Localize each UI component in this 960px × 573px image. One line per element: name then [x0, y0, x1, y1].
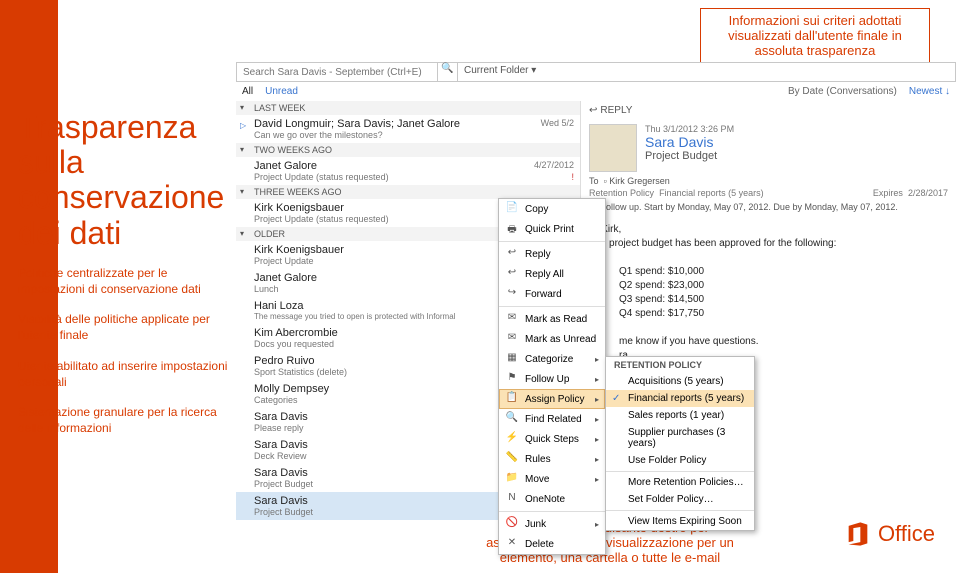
avatar: [589, 124, 637, 172]
policy-supplier[interactable]: Supplier purchases (3 years): [606, 424, 754, 452]
message-row[interactable]: ▷David Longmuir; Sara Davis; Janet Galor…: [236, 115, 580, 143]
bullet-1: Politiche centralizzate per le impostazi…: [18, 265, 228, 297]
chevron-right-icon: ▸: [595, 355, 599, 364]
policy-sales[interactable]: Sales reports (1 year): [606, 407, 754, 424]
submenu-header: RETENTION POLICY: [606, 357, 754, 373]
lightning-icon: ⚡: [505, 432, 519, 446]
menu-assign-policy[interactable]: 📋Assign Policy▸: [499, 389, 605, 409]
folder-scope[interactable]: Current Folder ▾: [457, 63, 955, 81]
bullet-3: Utente abilitato ad inserire impostazion…: [18, 358, 228, 390]
group-header[interactable]: LAST WEEK: [236, 101, 580, 115]
slide-text: Trasparenza sulla conservazione dei dati…: [18, 110, 228, 436]
print-icon: 🖶: [505, 222, 519, 236]
category-icon: ▦: [505, 352, 519, 366]
policy-financial[interactable]: Financial reports (5 years): [606, 390, 754, 407]
search-input[interactable]: [237, 63, 437, 81]
replyall-icon: ↩: [505, 267, 519, 281]
chevron-right-icon: ▸: [595, 520, 599, 529]
chevron-icon[interactable]: ▷: [240, 121, 246, 130]
search-icon: 🔍: [505, 412, 519, 426]
menu-quicksteps[interactable]: ⚡Quick Steps▸: [499, 429, 605, 449]
menu-delete[interactable]: ✕Delete: [499, 534, 605, 554]
policy-set-folder[interactable]: Set Folder Policy…: [606, 491, 754, 508]
menu-findrelated[interactable]: 🔍Find Related▸: [499, 409, 605, 429]
menu-markread[interactable]: ✉Mark as Read: [499, 309, 605, 329]
message-body: Hi Kirk, The project budget has been app…: [589, 223, 948, 363]
menu-junk[interactable]: 🚫Junk▸: [499, 514, 605, 534]
message-row[interactable]: Janet GaloreProject Update (status reque…: [236, 157, 580, 185]
menu-categorize[interactable]: ▦Categorize▸: [499, 349, 605, 369]
filter-unread[interactable]: Unread: [265, 86, 298, 97]
reply-bar: ↩REPLY: [589, 105, 948, 120]
menu-move[interactable]: 📁Move▸: [499, 469, 605, 489]
slide-title: Trasparenza sulla conservazione dei dati: [18, 110, 228, 251]
search-icon[interactable]: 🔍: [437, 63, 457, 81]
search-bar: 🔍 Current Folder ▾: [236, 62, 956, 82]
rules-icon: 📏: [505, 452, 519, 466]
sort-by[interactable]: By Date (Conversations): [788, 86, 897, 97]
mail-icon: ✉: [505, 312, 519, 326]
menu-onenote[interactable]: NOneNote: [499, 489, 605, 509]
sender-name: Sara Davis: [645, 134, 734, 150]
chevron-right-icon: ▸: [595, 395, 599, 404]
onenote-icon: N: [505, 492, 519, 506]
menu-reply[interactable]: ↩Reply: [499, 244, 605, 264]
message-subject: Project Budget: [645, 150, 734, 162]
menu-quickprint[interactable]: 🖶Quick Print: [499, 219, 605, 239]
menu-copy[interactable]: 📄Copy: [499, 199, 605, 219]
reply-button[interactable]: ↩REPLY: [589, 105, 632, 116]
policy-icon: 📋: [505, 392, 519, 406]
flag-icon: !: [571, 172, 574, 182]
chevron-right-icon: ▸: [595, 375, 599, 384]
menu-replyall[interactable]: ↩Reply All: [499, 264, 605, 284]
sort-order[interactable]: Newest ↓: [909, 86, 950, 97]
flag-icon: ⚑: [505, 372, 519, 386]
mail-icon: ✉: [505, 332, 519, 346]
menu-markunread[interactable]: ✉Mark as Unread: [499, 329, 605, 349]
reply-icon: ↩: [589, 105, 597, 116]
followup-line: ⓘ Follow up. Start by Monday, May 07, 20…: [589, 200, 948, 213]
menu-forward[interactable]: ↪Forward: [499, 284, 605, 304]
menu-rules[interactable]: 📏Rules▸: [499, 449, 605, 469]
retention-submenu: RETENTION POLICY Acquisitions (5 years) …: [605, 356, 755, 531]
reply-icon: ↩: [505, 247, 519, 261]
policy-use-folder[interactable]: Use Folder Policy: [606, 452, 754, 469]
bullet-4: Sistemazione granulare per la ricerca de…: [18, 404, 228, 436]
callout-top: Informazioni sui criteri adottati visual…: [700, 8, 930, 63]
chevron-right-icon: ▸: [595, 435, 599, 444]
bullet-2: Visibilità delle politiche applicate per…: [18, 311, 228, 343]
group-header[interactable]: TWO WEEKS AGO: [236, 143, 580, 157]
policy-more[interactable]: More Retention Policies…: [606, 474, 754, 491]
forward-icon: ↪: [505, 287, 519, 301]
junk-icon: 🚫: [505, 517, 519, 531]
chevron-right-icon: ▸: [595, 475, 599, 484]
copy-icon: 📄: [505, 202, 519, 216]
retention-line: Retention Policy Financial reports (5 ye…: [589, 188, 948, 198]
message-date: Thu 3/1/2012 3:26 PM: [645, 124, 734, 134]
group-header[interactable]: THREE WEEKS AGO: [236, 185, 580, 199]
chevron-right-icon: ▸: [595, 415, 599, 424]
menu-followup[interactable]: ⚑Follow Up▸: [499, 369, 605, 389]
policy-view-expiring[interactable]: View Items Expiring Soon: [606, 513, 754, 530]
to-line: To ▫ Kirk Gregersen: [589, 176, 948, 186]
policy-acquisitions[interactable]: Acquisitions (5 years): [606, 373, 754, 390]
filter-bar: All Unread By Date (Conversations) Newes…: [236, 82, 956, 101]
move-icon: 📁: [505, 472, 519, 486]
delete-icon: ✕: [505, 537, 519, 551]
filter-all[interactable]: All: [242, 86, 253, 97]
context-menu: 📄Copy 🖶Quick Print ↩Reply ↩Reply All ↪Fo…: [498, 198, 606, 555]
chevron-right-icon: ▸: [595, 455, 599, 464]
